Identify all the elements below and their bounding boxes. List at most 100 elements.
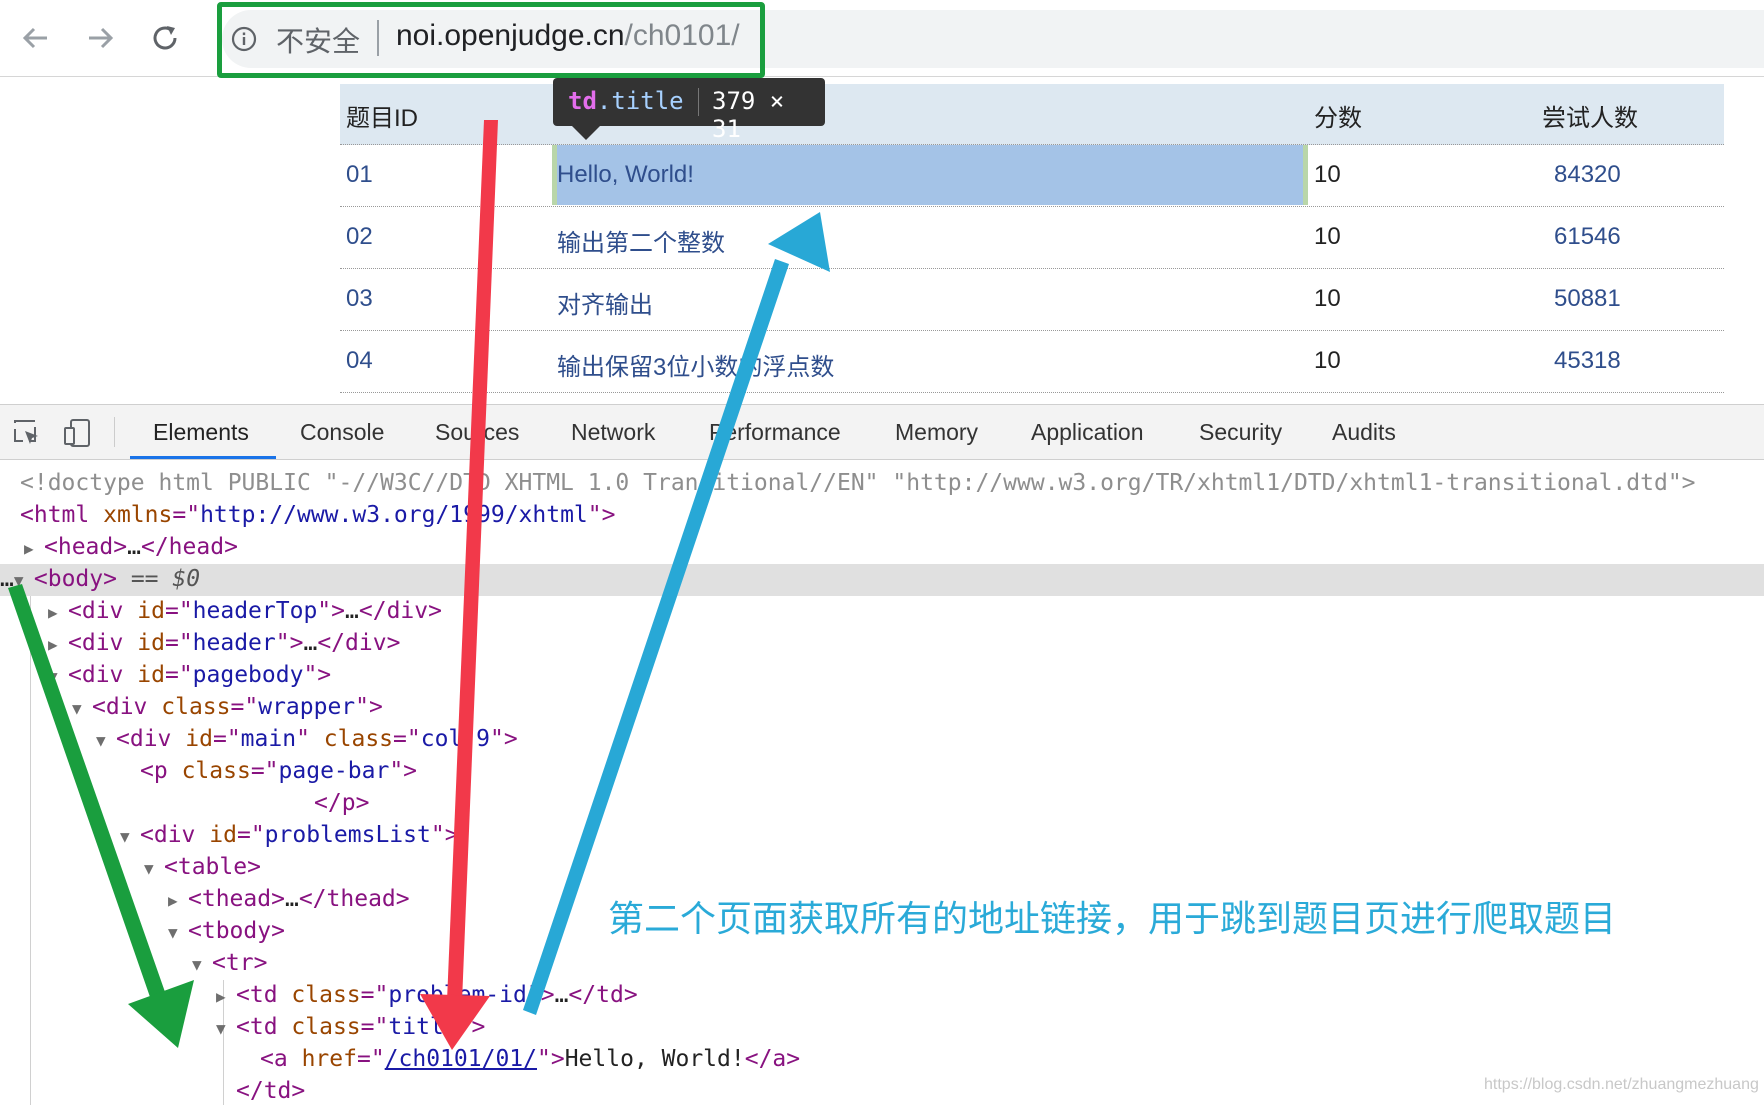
tooltip-selector: td.title [568, 87, 684, 115]
expanded-triangle-icon[interactable]: ▼ [168, 917, 188, 949]
dom-line-p-pagebar[interactable]: <p class="page-bar"> [140, 755, 417, 787]
attr-value: main [240, 726, 297, 752]
expanded-triangle-icon[interactable]: ▼ [48, 661, 68, 693]
problem-tried-count[interactable]: 45318 [1554, 347, 1621, 375]
attr-value: headerTop [192, 598, 318, 624]
back-button[interactable] [12, 14, 60, 62]
problem-score: 10 [1314, 161, 1341, 188]
attr-value: title [388, 1014, 458, 1040]
dom-line-tbody[interactable]: ▼ <tbody> [168, 915, 285, 947]
expanded-triangle-icon[interactable]: ▼ [192, 949, 212, 981]
reload-button[interactable] [141, 14, 189, 62]
table-row: 04 输出保留3位小数的浮点数 10 45318 [340, 331, 1724, 393]
dom-line-table[interactable]: ▼ <table> [144, 851, 261, 883]
collapsed-ellipsis: … [284, 886, 299, 912]
tooltip-pointer [572, 126, 600, 140]
dom-line-body[interactable]: …▼ <body> == $0 [0, 563, 200, 595]
tab-elements[interactable]: Elements [153, 419, 249, 446]
tab-application[interactable]: Application [1031, 419, 1144, 446]
reload-icon [153, 26, 177, 50]
tab-performance[interactable]: Performance [709, 419, 841, 446]
indent-guide [30, 596, 31, 1105]
table-row: 03 对齐输出 10 50881 [340, 269, 1724, 331]
attr-value: problemsList [264, 822, 431, 848]
devtools-panel: Elements Console Sources Network Perform… [0, 404, 1764, 1105]
browser-toolbar: 不安全 noi.openjudge.cn/ch0101/ [0, 0, 1764, 78]
expanded-triangle-icon[interactable]: ▼ [216, 1013, 236, 1045]
annotation-caption: 第二个页面获取所有的地址链接，用于跳到题目页进行爬取题目 [608, 898, 1617, 939]
inspect-element-icon[interactable] [12, 418, 42, 448]
problem-tried-count[interactable]: 50881 [1554, 285, 1621, 313]
dom-line-td-close[interactable]: </td> [236, 1075, 305, 1105]
href-link[interactable]: /ch0101/01/ [385, 1046, 537, 1072]
dom-line-td-title[interactable]: ▼ <td class="title"> [216, 1011, 485, 1043]
collapsed-triangle-icon[interactable]: ▶ [24, 533, 44, 565]
header-score: 分数 [1314, 105, 1362, 132]
arrow-left-icon [22, 27, 47, 49]
tab-network[interactable]: Network [571, 419, 655, 446]
dom-line-tr[interactable]: ▼ <tr> [192, 947, 267, 979]
problem-title-link[interactable]: 对齐输出 [557, 285, 653, 320]
tab-audits[interactable]: Audits [1332, 419, 1396, 446]
dom-line-td-problem-id[interactable]: ▶ <td class="problem-id">…</td> [216, 979, 638, 1011]
dom-line-div-problemslist[interactable]: ▼ <div id="problemsList"> [120, 819, 459, 851]
dom-line-div-main[interactable]: ▼ <div id="main" class="col-9"> [96, 723, 518, 755]
tab-console[interactable]: Console [300, 419, 384, 446]
more-dots: … [0, 566, 14, 592]
problem-score: 10 [1314, 223, 1341, 250]
dom-line-div-pagebody[interactable]: ▼ <div id="pagebody"> [48, 659, 331, 691]
expanded-triangle-icon[interactable]: ▼ [72, 693, 92, 725]
tab-memory[interactable]: Memory [895, 419, 978, 446]
inspect-tooltip: td.title 379 × 31 [553, 78, 825, 143]
dom-line-a-link[interactable]: <a href="/ch0101/01/">Hello, World!</a> [260, 1043, 800, 1075]
collapsed-ellipsis: … [127, 534, 141, 560]
tab-sources[interactable]: Sources [435, 419, 519, 446]
attr-value: col-9 [420, 726, 490, 752]
tooltip-tag: td [568, 87, 597, 115]
tab-security[interactable]: Security [1199, 419, 1282, 446]
active-tab-indicator [130, 456, 276, 459]
collapsed-triangle-icon[interactable]: ▶ [48, 597, 68, 629]
dom-line-div-wrapper[interactable]: ▼ <div class="wrapper"> [72, 691, 383, 723]
expanded-triangle-icon[interactable]: ▼ [144, 853, 164, 885]
collapsed-ellipsis: … [345, 598, 359, 624]
expanded-triangle-icon[interactable]: ▼ [96, 725, 116, 757]
toolbar-divider [114, 417, 115, 447]
device-toolbar-icon[interactable] [62, 418, 92, 448]
dom-line-head[interactable]: ▶ <head>…</head> [24, 531, 238, 563]
dom-line-html[interactable]: <html xmlns="http://www.w3.org/1999/xhtm… [20, 499, 616, 531]
arrow-right-icon [89, 27, 114, 49]
problem-title-link[interactable]: Hello, World! [557, 161, 694, 189]
doctype-text: <!doctype html PUBLIC "-//W3C//DTD XHTML… [20, 470, 1696, 496]
problem-tried-count[interactable]: 84320 [1554, 161, 1621, 189]
tooltip-class: .title [596, 87, 684, 115]
problem-tried-count[interactable]: 61546 [1554, 223, 1621, 251]
attr-value: header [192, 630, 276, 656]
forward-button[interactable] [76, 14, 124, 62]
table-row: 01 Hello, World! 10 84320 [340, 145, 1724, 207]
dom-line-doctype[interactable]: <!doctype html PUBLIC "-//W3C//DTD XHTML… [20, 467, 1696, 499]
problem-title-link[interactable]: 输出第二个整数 [557, 223, 725, 258]
url-highlight-box [217, 2, 765, 78]
collapsed-triangle-icon[interactable]: ▶ [216, 981, 236, 1013]
dom-line-thead[interactable]: ▶ <thead>…</thead> [168, 883, 410, 915]
collapsed-ellipsis: … [554, 982, 569, 1008]
collapsed-triangle-icon[interactable]: ▶ [48, 629, 68, 661]
attr-value: pagebody [192, 662, 304, 688]
problem-id[interactable]: 04 [346, 347, 373, 375]
table-row: 02 输出第二个整数 10 61546 [340, 207, 1724, 269]
dom-line-p-close[interactable]: </p> [314, 787, 369, 819]
problem-id[interactable]: 03 [346, 285, 373, 313]
collapsed-triangle-icon[interactable]: ▶ [168, 885, 188, 917]
problem-id[interactable]: 02 [346, 223, 373, 251]
selected-node-highlight [0, 564, 1764, 596]
dom-line-div-headertop[interactable]: ▶ <div id="headerTop">…</div> [48, 595, 442, 627]
attr-value: wrapper [258, 694, 356, 720]
expanded-triangle-icon[interactable]: ▼ [14, 565, 34, 597]
dom-line-div-header[interactable]: ▶ <div id="header">…</div> [48, 627, 400, 659]
expanded-triangle-icon[interactable]: ▼ [120, 821, 140, 853]
problem-id[interactable]: 01 [346, 161, 373, 189]
selected-marker: == $0 [130, 566, 201, 592]
problems-table: 题目ID 分数 尝试人数 01 Hello, World! 10 84320 0… [340, 84, 1724, 393]
problem-title-link[interactable]: 输出保留3位小数的浮点数 [557, 347, 834, 382]
